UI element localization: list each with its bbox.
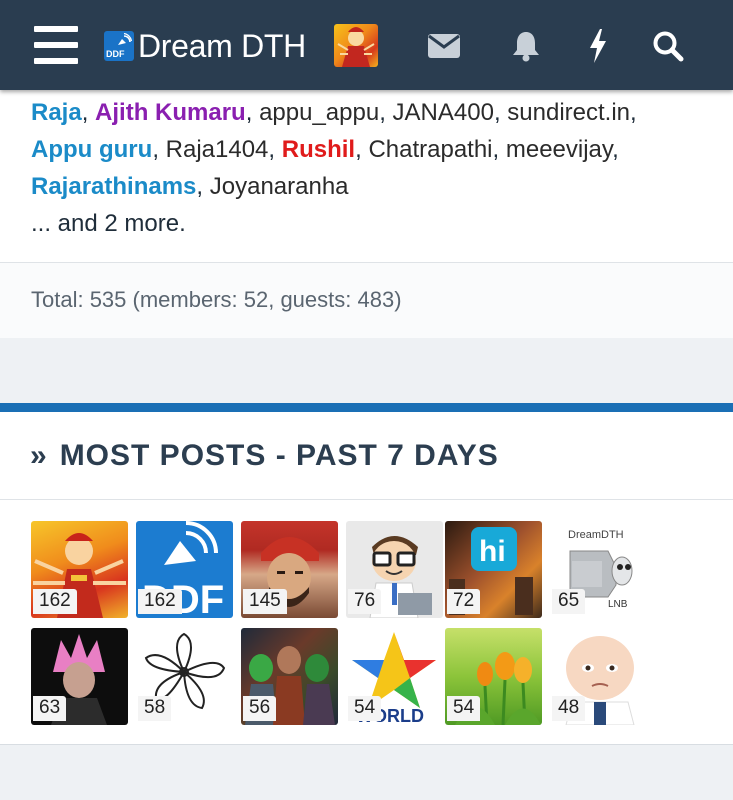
- more-users-text: ... and 2 more.: [31, 210, 186, 237]
- poster-avatar-7[interactable]: 63: [31, 628, 128, 725]
- site-logo[interactable]: DDF Dream DTH: [104, 26, 306, 66]
- user-link[interactable]: JANA400: [393, 99, 494, 126]
- double-chevron-right-icon: »: [30, 439, 48, 472]
- lnb-brand-text: DreamDTH: [568, 529, 624, 541]
- user-link[interactable]: meeevijay: [506, 136, 612, 163]
- poster-avatar-4[interactable]: 76: [346, 521, 443, 618]
- post-count: 162: [33, 589, 77, 614]
- poster-avatar-1[interactable]: 162: [31, 521, 128, 618]
- poster-avatar-5[interactable]: hi 72: [445, 521, 542, 618]
- top-nav-bar: DDF Dream DTH: [0, 0, 733, 90]
- online-users-block: Raja, Ajith Kumaru, appu_appu, JANA400, …: [0, 90, 733, 338]
- user-link[interactable]: Joyanaranha: [210, 173, 349, 200]
- poster-avatar-3[interactable]: 145: [241, 521, 338, 618]
- post-count: 65: [552, 589, 586, 614]
- poster-avatar-8[interactable]: 58: [136, 628, 233, 725]
- lnb-text: LNB: [608, 599, 628, 610]
- search-icon[interactable]: [648, 26, 688, 66]
- menu-icon[interactable]: [34, 26, 78, 64]
- site-name: Dream DTH: [138, 27, 306, 64]
- svg-text:hi: hi: [479, 535, 506, 568]
- post-count: 56: [243, 696, 277, 721]
- ddf-logo-icon: DDF: [104, 31, 134, 61]
- online-total-text: Total: 535 (members: 52, guests: 483): [31, 287, 402, 312]
- post-count: 76: [348, 589, 382, 614]
- post-count: 54: [348, 696, 382, 721]
- user-link[interactable]: Ajith Kumaru: [95, 99, 246, 126]
- most-posts-title: » MOST POSTS - PAST 7 DAYS: [30, 439, 499, 473]
- poster-avatar-11[interactable]: 54: [445, 628, 542, 725]
- user-link[interactable]: Chatrapathi: [368, 136, 492, 163]
- online-users-list: Raja, Ajith Kumaru, appu_appu, JANA400, …: [31, 99, 637, 237]
- poster-avatar-12[interactable]: 48: [550, 628, 647, 725]
- poster-avatar-2[interactable]: DDF 162: [136, 521, 233, 618]
- section-title-text: MOST POSTS - PAST 7 DAYS: [59, 439, 499, 472]
- user-avatar[interactable]: [334, 24, 378, 67]
- user-link[interactable]: Raja: [31, 99, 82, 126]
- user-link[interactable]: Appu guru: [31, 136, 152, 163]
- user-link[interactable]: Raja1404: [166, 136, 269, 163]
- envelope-icon[interactable]: [424, 26, 464, 66]
- post-count: 162: [138, 589, 182, 614]
- post-count: 63: [33, 696, 67, 721]
- poster-avatar-10[interactable]: WORLD 54: [346, 628, 443, 725]
- user-link[interactable]: Rushil: [282, 136, 355, 163]
- post-count: 54: [447, 696, 481, 721]
- poster-avatar-9[interactable]: 56: [241, 628, 338, 725]
- post-count: 58: [138, 696, 172, 721]
- user-link[interactable]: sundirect.in: [507, 99, 630, 126]
- post-count: 48: [552, 696, 586, 721]
- post-count: 72: [447, 589, 481, 614]
- user-link[interactable]: appu_appu: [259, 99, 379, 126]
- logo-badge-text: DDF: [106, 49, 125, 59]
- most-posts-block: » MOST POSTS - PAST 7 DAYS 162 DDF 162 1…: [0, 403, 733, 745]
- bell-icon[interactable]: [506, 26, 546, 66]
- bolt-icon[interactable]: [578, 26, 618, 66]
- post-count: 145: [243, 589, 287, 614]
- online-total-footer: Total: 535 (members: 52, guests: 483): [0, 262, 733, 338]
- poster-avatar-6[interactable]: DreamDTH LNB 65: [550, 521, 647, 618]
- user-link[interactable]: Rajarathinams: [31, 173, 196, 200]
- most-posts-header: » MOST POSTS - PAST 7 DAYS: [0, 412, 733, 500]
